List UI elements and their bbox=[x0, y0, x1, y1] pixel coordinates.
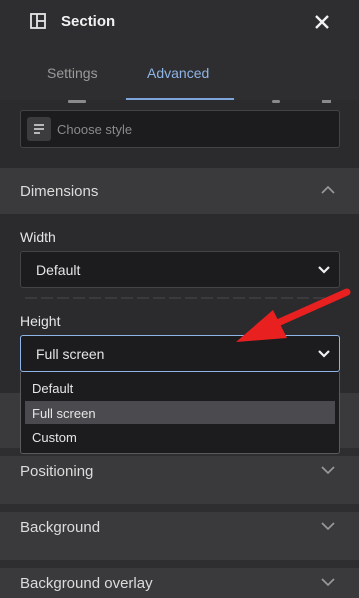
height-value: Full screen bbox=[36, 346, 105, 362]
chevron-down-icon bbox=[321, 578, 335, 587]
section-layout-icon bbox=[30, 13, 46, 29]
chevron-up-icon bbox=[321, 185, 335, 194]
tab-advanced[interactable]: Advanced bbox=[147, 65, 209, 81]
width-select[interactable]: Default bbox=[20, 251, 340, 288]
annotation-arrow bbox=[236, 288, 351, 342]
tab-bar: Settings Advanced bbox=[0, 44, 359, 100]
clipped-label bbox=[68, 100, 86, 103]
chevron-down-icon bbox=[321, 522, 335, 531]
width-label: Width bbox=[20, 229, 56, 245]
section-header-dimensions[interactable]: Dimensions bbox=[0, 167, 359, 213]
section-title: Background bbox=[20, 519, 101, 536]
close-icon[interactable] bbox=[313, 13, 331, 31]
option-default[interactable]: Default bbox=[25, 376, 335, 399]
section-header-background[interactable]: Background bbox=[0, 504, 359, 560]
height-options-list: Default Full screen Custom bbox=[20, 372, 340, 454]
panel-title: Section bbox=[61, 13, 116, 30]
tab-settings[interactable]: Settings bbox=[47, 65, 98, 81]
clipped-control bbox=[322, 100, 331, 103]
height-label: Height bbox=[20, 313, 61, 329]
style-input[interactable]: Choose style bbox=[20, 110, 340, 148]
style-placeholder: Choose style bbox=[57, 122, 133, 137]
chevron-down-icon bbox=[318, 350, 330, 358]
panel-header: Section bbox=[0, 0, 359, 44]
clipped-control bbox=[272, 100, 280, 103]
option-custom[interactable]: Custom bbox=[25, 425, 335, 448]
section-title: Positioning bbox=[20, 463, 94, 480]
section-header-background-overlay[interactable]: Background overlay bbox=[0, 560, 359, 598]
section-header-positioning[interactable]: Positioning bbox=[0, 448, 359, 504]
section-title: Dimensions bbox=[20, 183, 99, 200]
width-value: Default bbox=[36, 262, 81, 278]
option-full-screen[interactable]: Full screen bbox=[25, 401, 335, 424]
section-title: Background overlay bbox=[20, 575, 153, 592]
chevron-down-icon bbox=[318, 266, 330, 274]
lines-icon[interactable] bbox=[27, 117, 51, 141]
chevron-down-icon bbox=[321, 466, 335, 475]
